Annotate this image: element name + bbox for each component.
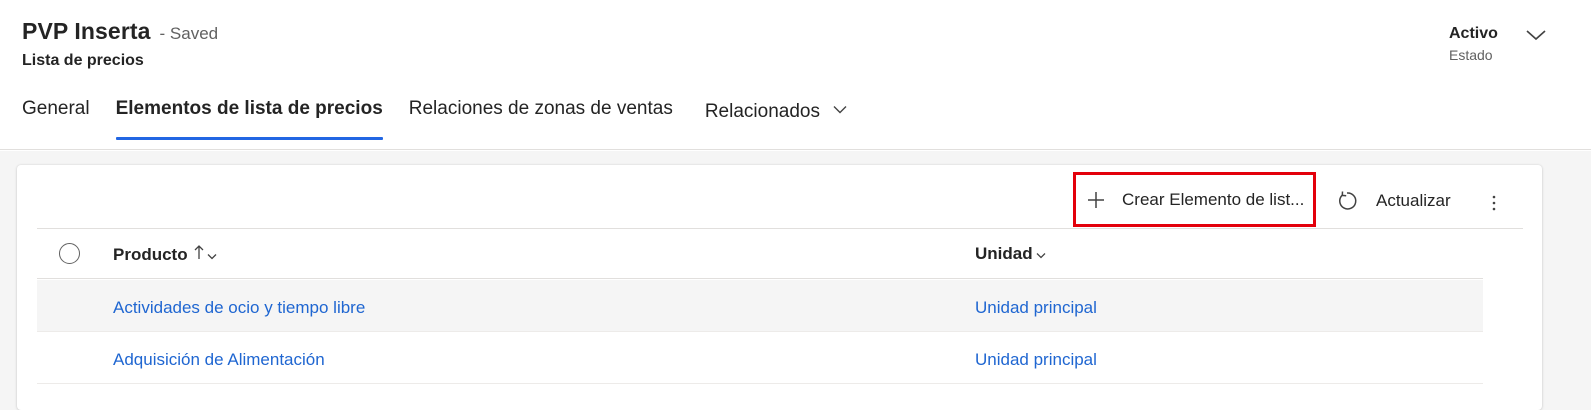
select-all-checkbox[interactable] [59,243,80,264]
column-label: Producto [113,244,188,264]
tab-label: Relaciones de zonas de ventas [408,98,673,119]
sort-ascending-icon [194,244,204,265]
tab-label: General [22,98,90,119]
tab-bar: General Elementos de lista de precios Re… [22,98,873,142]
create-price-list-item-button[interactable]: Crear Elemento de list... [1073,172,1316,227]
save-status: - Saved [159,24,219,43]
refresh-button[interactable]: Actualizar [1336,186,1451,216]
chevron-down-icon [1036,244,1046,264]
grid-header-row [37,229,1483,279]
chevron-down-icon [833,98,847,120]
status-label: Estado [1449,47,1493,63]
tab-price-list-items[interactable]: Elementos de lista de precios [115,98,383,142]
refresh-icon [1336,190,1358,212]
unit-link[interactable]: Unidad principal [975,298,1097,318]
tab-sales-territory-relations[interactable]: Relaciones de zonas de ventas [409,98,673,142]
tab-label: Elementos de lista de precios [115,98,383,119]
status-field: Activo Estado [1449,25,1498,63]
record-title: PVP Inserta [22,18,151,44]
refresh-button-label: Actualizar [1376,191,1451,210]
chevron-down-icon [207,245,217,265]
column-label: Unidad [975,244,1033,263]
plus-icon [1086,190,1106,210]
product-link[interactable]: Actividades de ocio y tiempo libre [113,298,365,318]
status-value: Activo [1449,25,1498,42]
more-vertical-icon[interactable] [1484,192,1504,214]
column-header-unidad[interactable]: Unidad [975,244,1046,264]
unit-link[interactable]: Unidad principal [975,350,1097,370]
tab-label: Relacionados [704,101,820,122]
title-row: PVP Inserta - Saved [22,18,218,45]
column-header-producto[interactable]: Producto [113,244,217,265]
product-link[interactable]: Adquisición de Alimentación [113,350,325,370]
entity-name: Lista de precios [22,52,144,69]
tab-related[interactable]: Relacionados [705,98,847,142]
tab-general[interactable]: General [22,98,90,142]
chevron-down-icon[interactable] [1525,27,1547,43]
create-button-label: Crear Elemento de list... [1122,189,1305,209]
